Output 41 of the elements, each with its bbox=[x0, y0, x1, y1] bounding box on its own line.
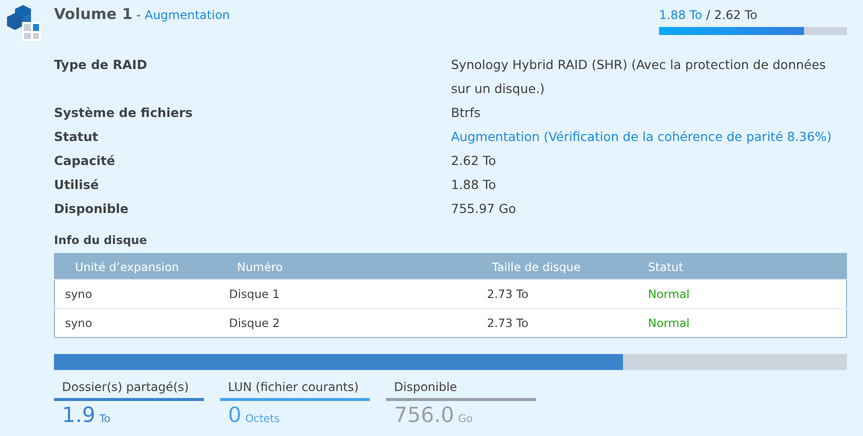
field-label: Capacité bbox=[54, 152, 116, 170]
table-cell: 2.73 To bbox=[487, 316, 528, 330]
table-cell: Disque 2 bbox=[229, 316, 280, 330]
field-label: Statut bbox=[54, 128, 100, 146]
volume-icon bbox=[7, 5, 41, 41]
legend-label: Disponible bbox=[386, 380, 536, 401]
legend-value: 756.0 bbox=[394, 403, 454, 427]
field-value: 755.97 Go bbox=[451, 200, 518, 218]
volume-state-link[interactable]: Augmentation bbox=[144, 8, 230, 22]
table-cell: 2.73 To bbox=[487, 287, 528, 301]
section-title: Info du disque bbox=[54, 233, 148, 247]
column-header: Taille de disque bbox=[492, 260, 581, 274]
table-cell: syno bbox=[65, 316, 92, 330]
volume-title: Volume 1 bbox=[54, 5, 132, 23]
legend-unit: Go bbox=[458, 413, 473, 425]
table-cell: syno bbox=[65, 287, 92, 301]
field-label: Système de fichiers bbox=[54, 104, 194, 122]
column-header: Unité d’expansion bbox=[75, 260, 179, 274]
slash: / bbox=[706, 8, 710, 22]
total-capacity: 2.62 To bbox=[714, 8, 758, 22]
field-value: 2.62 To bbox=[451, 152, 497, 170]
field-label: Disponible bbox=[54, 200, 130, 218]
column-header: Statut bbox=[648, 260, 684, 274]
field-value: Btrfs bbox=[451, 104, 482, 122]
field-value[interactable]: Augmentation (Vérification de la cohérence de parité 8.36%) bbox=[451, 125, 847, 149]
legend-label: LUN (fichier courants) bbox=[220, 380, 370, 401]
legend-unit: Octets bbox=[245, 413, 280, 425]
field-label: Type de RAID bbox=[54, 56, 148, 74]
legend-value: 1.9 bbox=[62, 403, 96, 427]
field-value: 1.88 To bbox=[451, 176, 497, 194]
title-separator: - bbox=[136, 8, 141, 22]
used-capacity: 1.88 To bbox=[659, 8, 702, 22]
field-label: Utilisé bbox=[54, 176, 100, 194]
field-value: Synology Hybrid RAID (SHR) (Avec la protection de données sur un disque.) bbox=[451, 56, 827, 98]
table-cell: Disque 1 bbox=[229, 287, 280, 301]
legend-value: 0 bbox=[228, 403, 242, 427]
column-header: Numéro bbox=[237, 260, 283, 274]
status-text: Normal bbox=[648, 316, 690, 330]
legend-label: Dossier(s) partagé(s) bbox=[54, 380, 204, 401]
status-text: Normal bbox=[648, 287, 690, 301]
legend-unit: To bbox=[99, 413, 110, 425]
